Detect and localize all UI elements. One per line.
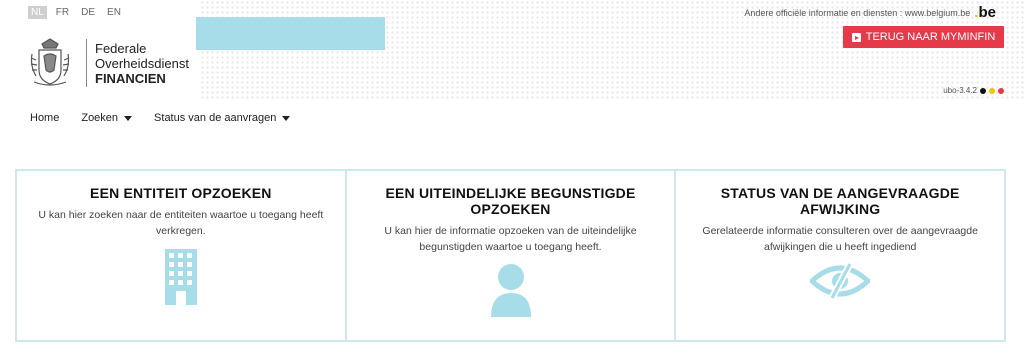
tile-title: STATUS VAN DE AANGEVRAAGDE AFWIJKING: [720, 185, 960, 217]
back-to-myminfin-button[interactable]: TERUG NAAR MYMINFIN: [843, 26, 1004, 48]
back-button-label: TERUG NAAR MYMINFIN: [865, 31, 996, 43]
highlight-banner: [196, 17, 385, 50]
flag-dot-yellow: [989, 87, 995, 94]
lang-fr[interactable]: FR: [53, 6, 72, 19]
other-info-link[interactable]: Andere officiële informatie en diensten …: [744, 8, 970, 18]
version-label: ubo-3.4.2: [943, 86, 977, 95]
nav-status-aanvragen[interactable]: Status van de aanvragen: [154, 112, 291, 124]
tile-description: Gerelateerde informatie consulteren over…: [702, 225, 978, 253]
belgium-be-logo[interactable]: .be: [974, 5, 996, 20]
person-icon: [490, 264, 531, 317]
main-nav: Home Zoeken Status van de aanvragen: [30, 112, 291, 124]
language-switcher: NL FR DE EN: [28, 6, 124, 19]
eye-slash-icon: [810, 262, 871, 300]
belgian-crest-icon: [30, 38, 70, 86]
tile-title: EEN UITEINDELIJKE BEGUNSTIGDE OPZOEKEN: [385, 185, 636, 217]
flag-dot-black: [980, 87, 986, 94]
other-info: Andere officiële informatie en diensten …: [744, 5, 996, 20]
logo-text: Federale Overheidsdienst FINANCIEN: [95, 40, 189, 86]
lang-en[interactable]: EN: [104, 6, 124, 19]
fod-financien-logo[interactable]: Federale Overheidsdienst FINANCIEN: [28, 36, 189, 90]
lang-nl[interactable]: NL: [28, 6, 47, 19]
tile-deviation-status[interactable]: STATUS VAN DE AANGEVRAAGDE AFWIJKING Ger…: [674, 171, 1004, 340]
tiles-container: EEN ENTITEIT OPZOEKEN U kan hier zoeken …: [15, 169, 1006, 342]
tile-description: U kan hier zoeken naar de entiteiten waa…: [38, 209, 324, 237]
building-icon: [164, 249, 197, 305]
logo-divider: [86, 39, 87, 87]
tile-description: U kan hier de informatie opzoeken van de…: [384, 225, 637, 253]
lang-de[interactable]: DE: [78, 6, 98, 19]
nav-home[interactable]: Home: [30, 112, 59, 124]
caret-down-icon: [124, 115, 133, 121]
version-indicator: ubo-3.4.2: [943, 86, 1004, 95]
flag-dot-red: [998, 87, 1004, 94]
tile-title: EEN ENTITEIT OPZOEKEN: [90, 185, 272, 201]
caret-down-icon: [282, 115, 291, 121]
tile-beneficiary-search[interactable]: EEN UITEINDELIJKE BEGUNSTIGDE OPZOEKEN U…: [344, 171, 675, 340]
nav-zoeken[interactable]: Zoeken: [81, 112, 133, 124]
exit-icon: [851, 32, 861, 42]
tile-entity-search[interactable]: EEN ENTITEIT OPZOEKEN U kan hier zoeken …: [17, 171, 345, 340]
